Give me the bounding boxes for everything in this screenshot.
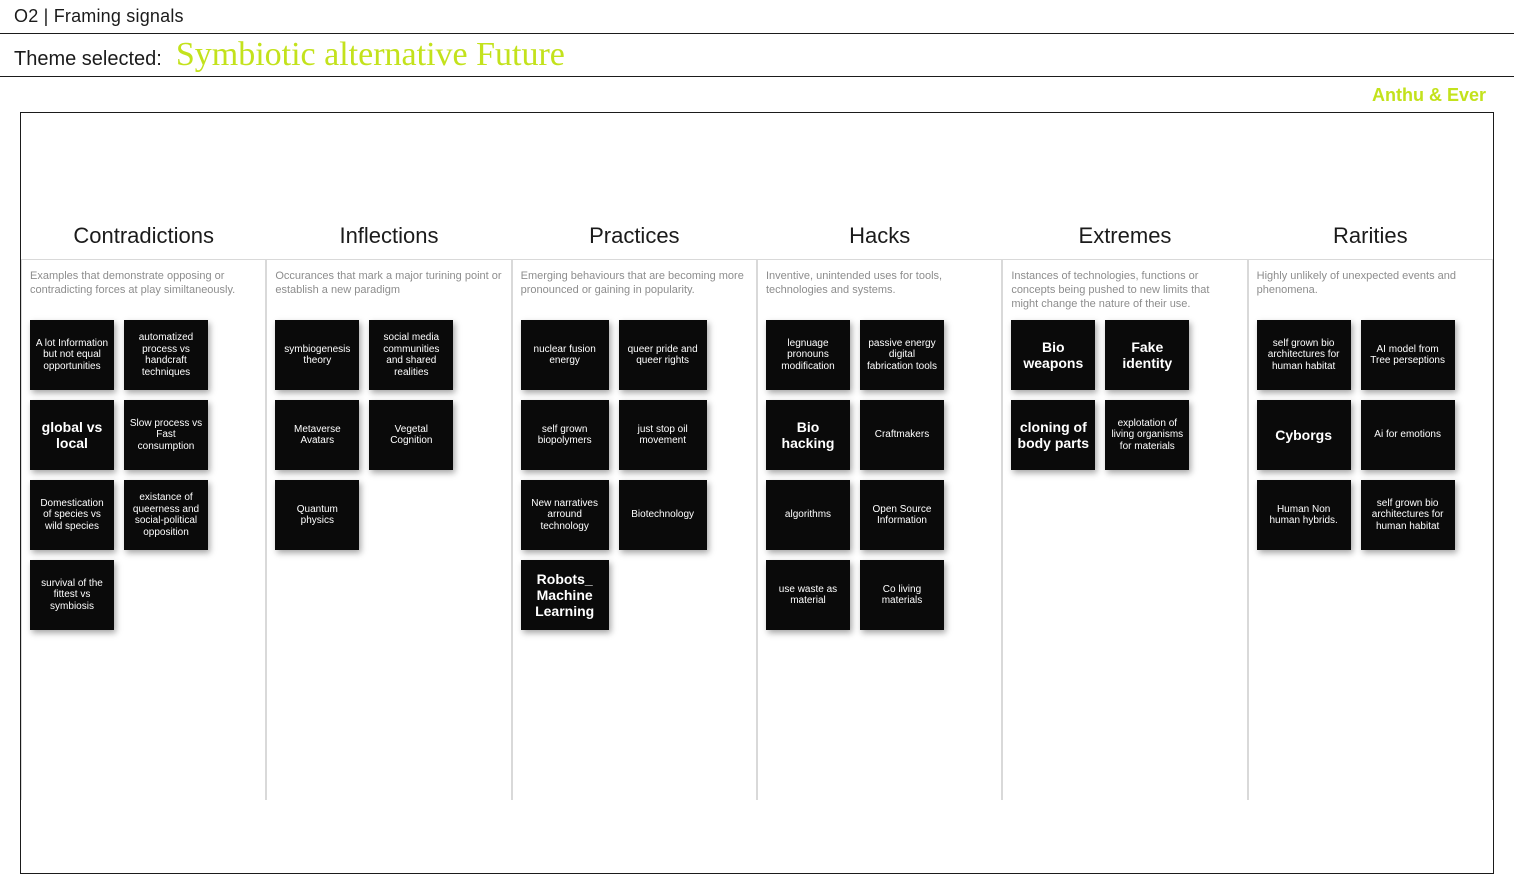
sticky-note[interactable]: Cyborgs — [1257, 400, 1351, 470]
sticky-note[interactable]: Domestication of species vs wild species — [30, 480, 114, 550]
card-container: nuclear fusion energyqueer pride and que… — [521, 320, 748, 630]
page-title: O2 | Framing signals — [0, 0, 1514, 34]
sticky-note[interactable]: AI model from Tree perseptions — [1361, 320, 1455, 390]
sticky-note[interactable]: Bio weapons — [1011, 320, 1095, 390]
sticky-note[interactable]: self grown bio architectures for human h… — [1361, 480, 1455, 550]
sticky-note[interactable]: use waste as material — [766, 560, 850, 630]
sticky-note[interactable]: symbiogenesis theory — [275, 320, 359, 390]
column-header: Inflections — [266, 213, 511, 259]
sticky-note[interactable]: self grown biopolymers — [521, 400, 609, 470]
column-practices: Practices Emerging behaviours that are be… — [512, 213, 757, 800]
sticky-note[interactable]: cloning of body parts — [1011, 400, 1095, 470]
sticky-note[interactable]: Quantum physics — [275, 480, 359, 550]
sticky-note[interactable]: Open Source Information — [860, 480, 944, 550]
card-container: symbiogenesis theorysocial media communi… — [275, 320, 502, 550]
column-header: Contradictions — [21, 213, 266, 259]
card-container: legnuage pronouns modificationpassive en… — [766, 320, 993, 630]
column-description: Highly unlikely of unexpected events and… — [1257, 270, 1484, 312]
column-extremes: Extremes Instances of technologies, funct… — [1002, 213, 1247, 800]
sticky-note[interactable]: Ai for emotions — [1361, 400, 1455, 470]
sticky-note[interactable]: algorithms — [766, 480, 850, 550]
sticky-note[interactable]: Craftmakers — [860, 400, 944, 470]
column-header: Hacks — [757, 213, 1002, 259]
card-container: A lot Information but not equal opportun… — [30, 320, 257, 630]
card-container: self grown bio architectures for human h… — [1257, 320, 1484, 550]
sticky-note[interactable]: Co living materials — [860, 560, 944, 630]
column-description: Instances of technologies, functions or … — [1011, 270, 1238, 312]
sticky-note[interactable]: Robots_ Machine Learning — [521, 560, 609, 630]
theme-label: Theme selected: — [14, 48, 162, 71]
sticky-note[interactable]: Vegetal Cognition — [369, 400, 453, 470]
column-description: Occurances that mark a major turining po… — [275, 270, 502, 312]
whiteboard-frame[interactable]: Contradictions Examples that demonstrate … — [20, 112, 1494, 874]
column-body: Examples that demonstrate opposing or co… — [21, 259, 266, 800]
sticky-note[interactable]: legnuage pronouns modification — [766, 320, 850, 390]
sticky-note[interactable]: Slow process vs Fast consumption — [124, 400, 208, 470]
theme-value: Symbiotic alternative Future — [176, 36, 565, 74]
column-description: Examples that demonstrate opposing or co… — [30, 270, 257, 312]
sticky-note[interactable]: Metaverse Avatars — [275, 400, 359, 470]
sticky-note[interactable]: Human Non human hybrids. — [1257, 480, 1351, 550]
sticky-note[interactable]: queer pride and queer rights — [619, 320, 707, 390]
column-header: Rarities — [1248, 213, 1493, 259]
sticky-note[interactable]: global vs local — [30, 400, 114, 470]
sticky-note[interactable]: existance of queerness and social-politi… — [124, 480, 208, 550]
sticky-note[interactable]: self grown bio architectures for human h… — [1257, 320, 1351, 390]
sticky-note[interactable]: social media communities and shared real… — [369, 320, 453, 390]
column-body: Instances of technologies, functions or … — [1002, 259, 1247, 800]
column-contradictions: Contradictions Examples that demonstrate … — [21, 213, 266, 800]
column-header: Practices — [512, 213, 757, 259]
sticky-note[interactable]: automatized process vs handcraft techniq… — [124, 320, 208, 390]
columns-row: Contradictions Examples that demonstrate … — [21, 213, 1493, 800]
sticky-note[interactable]: New narratives arround technology — [521, 480, 609, 550]
column-inflections: Inflections Occurances that mark a major … — [266, 213, 511, 800]
sticky-note[interactable]: nuclear fusion energy — [521, 320, 609, 390]
authors: Anthu & Ever — [0, 77, 1514, 106]
column-body: Highly unlikely of unexpected events and… — [1248, 259, 1493, 800]
column-header: Extremes — [1002, 213, 1247, 259]
column-description: Emerging behaviours that are becoming mo… — [521, 270, 748, 312]
column-body: Inventive, unintended uses for tools, te… — [757, 259, 1002, 800]
sticky-note[interactable]: explotation of living organisms for mate… — [1105, 400, 1189, 470]
sticky-note[interactable]: just stop oil movement — [619, 400, 707, 470]
column-body: Occurances that mark a major turining po… — [266, 259, 511, 800]
sticky-note[interactable]: Fake identity — [1105, 320, 1189, 390]
sticky-note[interactable]: A lot Information but not equal opportun… — [30, 320, 114, 390]
sticky-note[interactable]: Bio hacking — [766, 400, 850, 470]
column-hacks: Hacks Inventive, unintended uses for tool… — [757, 213, 1002, 800]
sticky-note[interactable]: passive energy digital fabrication tools — [860, 320, 944, 390]
sticky-note[interactable]: Biotechnology — [619, 480, 707, 550]
column-description: Inventive, unintended uses for tools, te… — [766, 270, 993, 312]
column-body: Emerging behaviours that are becoming mo… — [512, 259, 757, 800]
theme-bar: Theme selected: Symbiotic alternative Fu… — [0, 34, 1514, 77]
column-rarities: Rarities Highly unlikely of unexpected ev… — [1248, 213, 1493, 800]
sticky-note[interactable]: survival of the fittest vs symbiosis — [30, 560, 114, 630]
card-container: Bio weaponsFake identitycloning of body … — [1011, 320, 1238, 470]
